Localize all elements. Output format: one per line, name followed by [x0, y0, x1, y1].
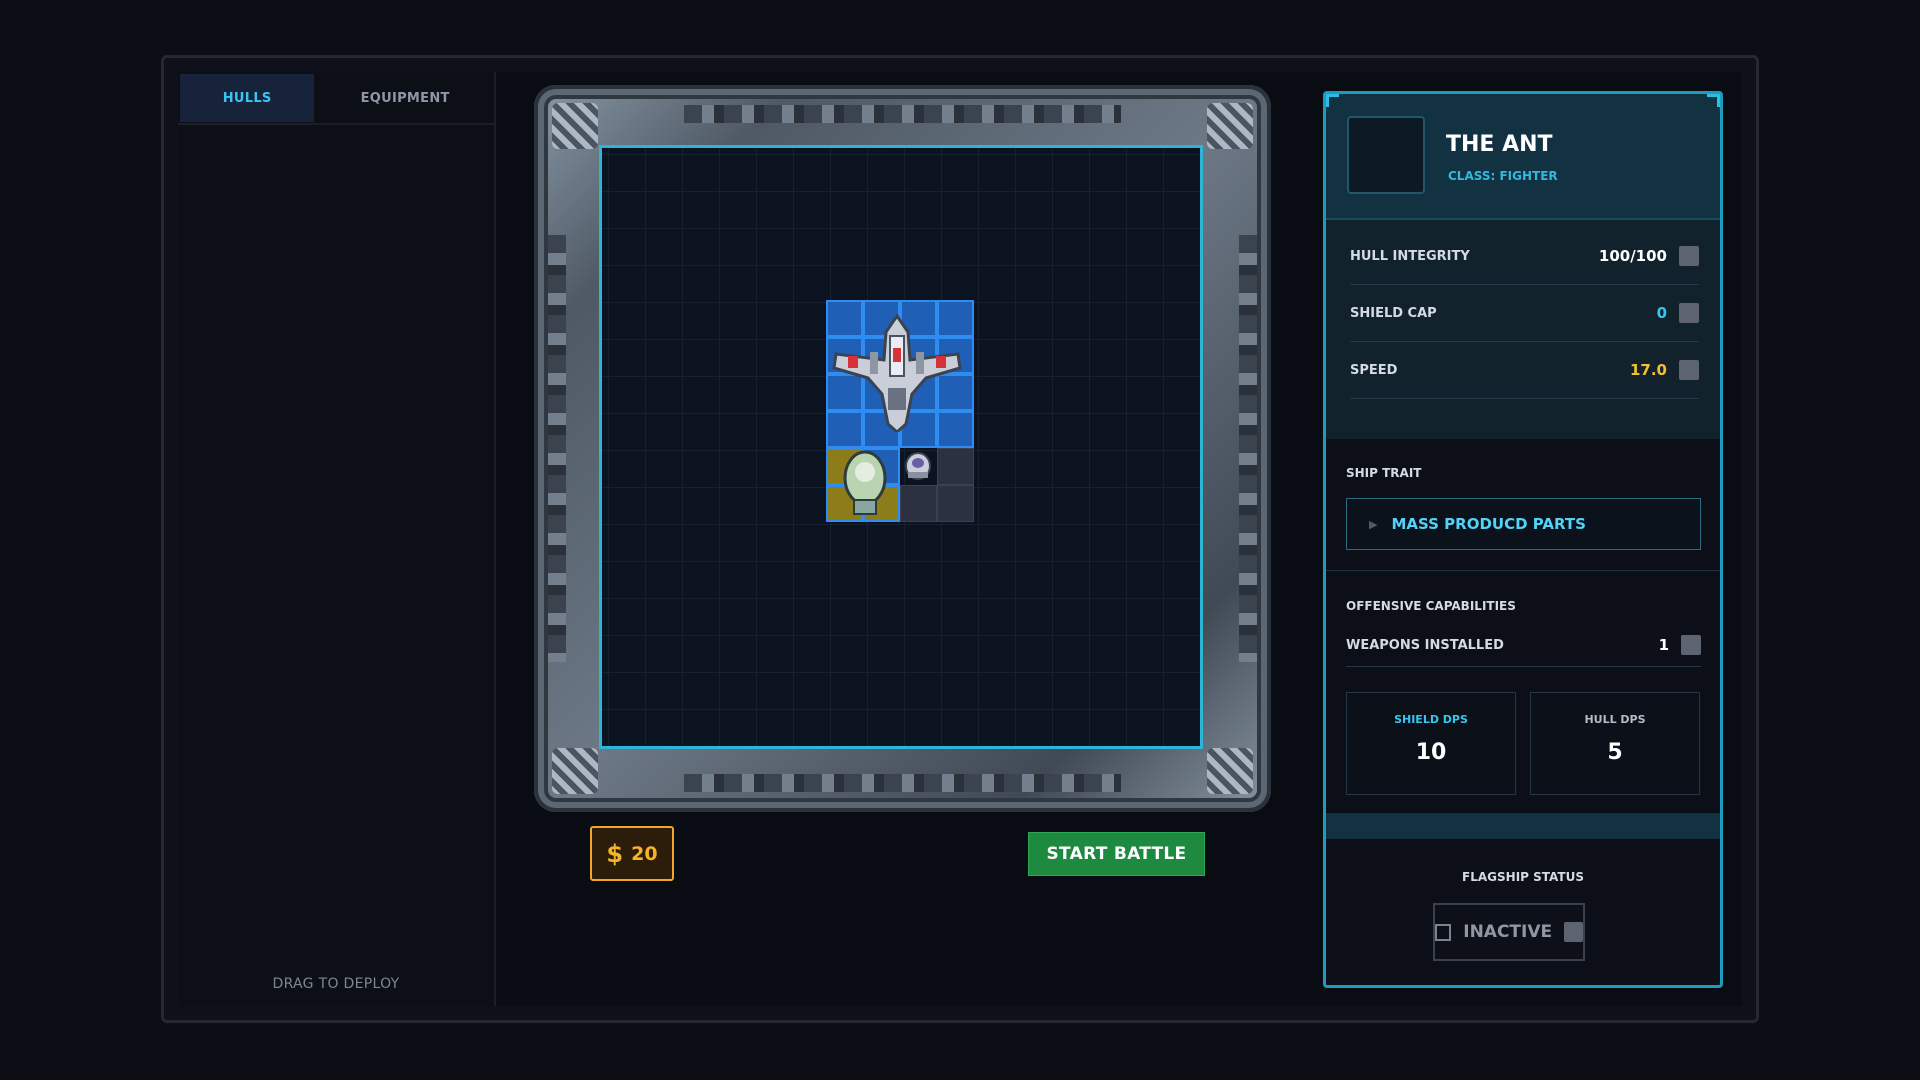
- weapons-label: WEAPONS INSTALLED: [1346, 637, 1504, 653]
- stat-row-speed: SPEED 17.0: [1350, 342, 1699, 399]
- play-icon: ▶: [1369, 517, 1378, 531]
- stat-value: 17.0: [1629, 361, 1667, 379]
- flagship-state: INACTIVE: [1463, 922, 1553, 942]
- ship-class: CLASS: FIGHTER: [1448, 169, 1558, 183]
- stat-label: HULL INTEGRITY: [1350, 248, 1470, 264]
- frame-corner-bottom-right: [1207, 748, 1253, 794]
- tab-hulls[interactable]: HULLS: [180, 74, 315, 122]
- shield-dps-value: 10: [1415, 740, 1447, 765]
- currency-icon: $: [606, 839, 624, 868]
- credits-amount: 20: [631, 842, 658, 865]
- stat-label: SHIELD CAP: [1350, 305, 1437, 321]
- flagship-toggle[interactable]: INACTIVE: [1433, 903, 1585, 961]
- empty-slot-cell[interactable]: [937, 485, 974, 522]
- frame-edge-top: [684, 105, 1121, 123]
- stat-value: 100/100: [1598, 247, 1667, 265]
- hull-list-panel: HULLS EQUIPMENT DRAG TO DEPLOY: [178, 72, 496, 1006]
- ship-portrait: [1347, 116, 1425, 194]
- hull-dps-label: HULL DPS: [1584, 713, 1646, 726]
- frame-edge-left: [548, 235, 566, 662]
- tab-equipment[interactable]: EQUIPMENT: [316, 74, 494, 122]
- stat-row-shield-cap: SHIELD CAP 0: [1350, 285, 1699, 342]
- fighter-ship-sprite[interactable]: [830, 312, 964, 432]
- panel-corner-tick: [1326, 94, 1339, 107]
- shield-dps-label: SHIELD DPS: [1394, 713, 1468, 726]
- ship-trait-name: MASS PRODUCD PARTS: [1391, 515, 1586, 533]
- ship-name: THE ANT: [1446, 132, 1553, 157]
- flagship-info-icon[interactable]: [1564, 922, 1583, 942]
- frame-edge-bottom: [684, 774, 1121, 792]
- stat-value: 0: [1656, 304, 1667, 322]
- hull-dps-card: HULL DPS 5: [1530, 692, 1700, 795]
- ship-stats: HULL INTEGRITY 100/100 SHIELD CAP 0 SPEE…: [1326, 220, 1720, 439]
- drag-to-deploy-hint: DRAG TO DEPLOY: [272, 976, 400, 992]
- stat-info-icon[interactable]: [1679, 246, 1699, 266]
- ship-trait-heading: SHIP TRAIT: [1346, 466, 1422, 480]
- weapons-value: 1: [1658, 636, 1669, 654]
- empty-slot-cell[interactable]: [937, 448, 974, 485]
- shield-dps-card: SHIELD DPS 10: [1346, 692, 1516, 795]
- stat-info-icon[interactable]: [1681, 635, 1701, 655]
- stat-info-icon[interactable]: [1679, 303, 1699, 323]
- frame-edge-right: [1239, 235, 1257, 662]
- stat-info-icon[interactable]: [1679, 360, 1699, 380]
- tab-bar: HULLS EQUIPMENT: [178, 72, 494, 125]
- stat-label: SPEED: [1350, 362, 1398, 378]
- start-battle-button[interactable]: START BATTLE: [1028, 832, 1205, 876]
- frame-corner-bottom-left: [552, 748, 598, 794]
- section-divider: [1326, 570, 1720, 571]
- section-separator-bar: [1326, 813, 1720, 839]
- offense-heading: OFFENSIVE CAPABILITIES: [1346, 599, 1516, 613]
- stat-row-hull-integrity: HULL INTEGRITY 100/100: [1350, 228, 1699, 285]
- frame-corner-top-left: [552, 103, 598, 149]
- shield-module-sprite[interactable]: [828, 446, 902, 520]
- flagship-checkbox[interactable]: [1435, 923, 1452, 941]
- empty-slot-cell[interactable]: [900, 485, 937, 522]
- weapons-installed-row: WEAPONS INSTALLED 1: [1346, 624, 1701, 667]
- ship-trait-box[interactable]: ▶ MASS PRODUCD PARTS: [1346, 498, 1701, 550]
- panel-corner-tick: [1707, 94, 1720, 107]
- ship-header: THE ANT CLASS: FIGHTER: [1326, 94, 1720, 220]
- ship-info-panel: THE ANT CLASS: FIGHTER HULL INTEGRITY 10…: [1323, 91, 1723, 988]
- frame-corner-top-right: [1207, 103, 1253, 149]
- weapon-module-sprite[interactable]: [900, 448, 936, 484]
- hull-dps-value: 5: [1607, 740, 1623, 765]
- credits-display: $ 20: [590, 826, 674, 881]
- flagship-status-heading: FLAGSHIP STATUS: [1462, 870, 1584, 884]
